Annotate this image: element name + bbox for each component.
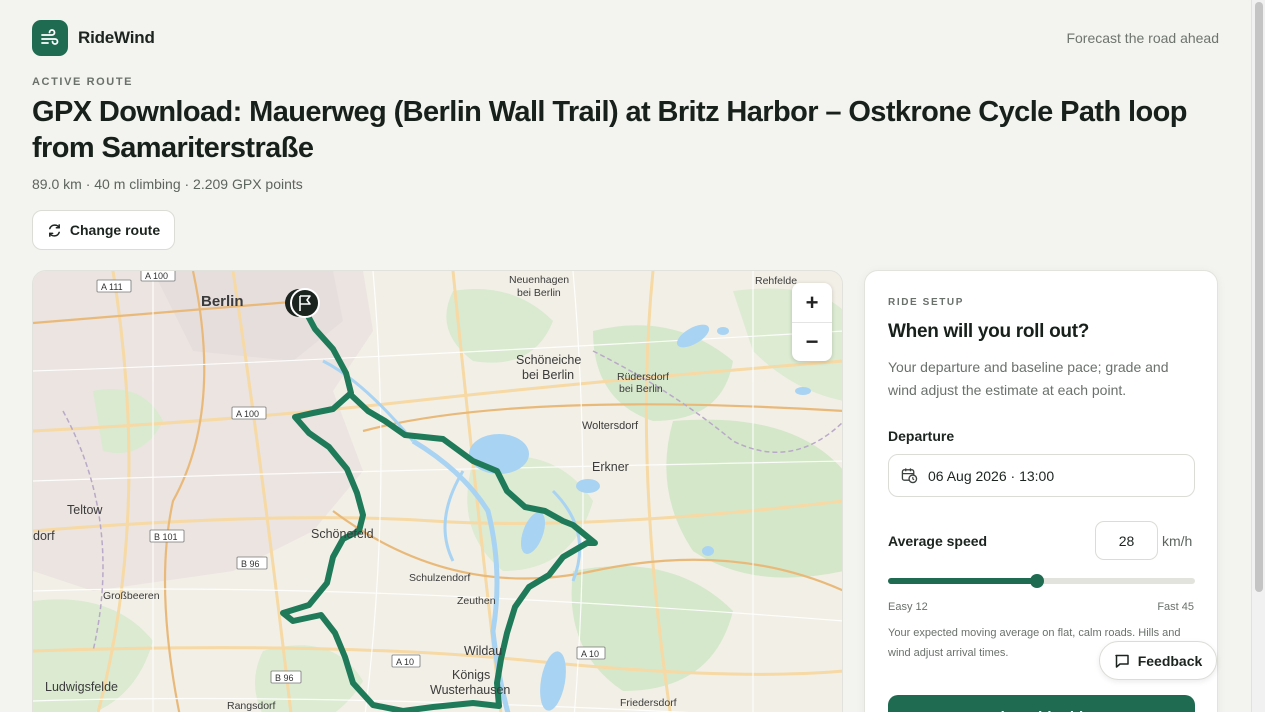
start-flag-icon[interactable] [285,288,320,318]
speed-unit: km/h [1162,533,1193,549]
place-label: Friedersdorf [620,697,677,709]
place-label: Schulzendorf [409,572,470,584]
road-shield: A 100 [231,406,267,420]
feedback-button[interactable]: Feedback [1099,641,1217,680]
road-shield: A 100 [140,271,176,282]
svg-text:A 111: A 111 [101,282,123,292]
zoom-controls: + − [792,283,832,361]
place-label: Rüdersdorf [617,371,669,383]
tagline: Forecast the road ahead [1066,30,1219,46]
place-label: Zeuthen [457,595,496,607]
place-label: Berlin [201,293,244,310]
road-shield: B 101 [149,529,185,543]
place-label: Erkner [592,460,629,474]
speed-max-label: Fast 45 [1157,601,1194,613]
scrollbar-thumb[interactable] [1255,2,1263,592]
wind-icon [32,20,68,56]
place-label: bei Berlin [522,368,574,382]
place-label: Rangsdorf [227,700,276,712]
zoom-in-button[interactable]: + [792,283,832,322]
place-label: bei Berlin [619,383,663,395]
place-label: Rehfelde [755,275,797,287]
road-shield: B 96 [236,556,268,570]
road-shield: A 10 [391,654,421,668]
route-map[interactable]: A 100 A 111 A 100 B 101 B 96 B 96 A 10 A… [32,270,843,712]
route-meta: 89.0 km · 40 m climbing · 2.209 GPX poin… [32,176,303,192]
place-label: Teltow [67,503,103,517]
svg-text:A 100: A 100 [236,409,259,419]
road-shield: A 111 [96,279,132,293]
place-label: dorf [33,529,55,543]
svg-text:A 10: A 10 [396,657,414,667]
svg-text:A 10: A 10 [581,649,599,659]
place-label: Ludwigsfelde [45,680,118,694]
setup-eyebrow: RIDE SETUP [888,297,965,308]
analyze-ride-button[interactable]: Analyze this ride → [888,695,1195,712]
page-scrollbar[interactable] [1251,0,1265,712]
setup-description: Your departure and baseline pace; grade … [888,359,1169,398]
speed-slider[interactable] [888,574,1195,588]
place-label: Großbeeren [103,590,160,602]
place-label: Schöneiche [516,353,581,367]
place-label: Wusterhausen [430,683,510,697]
app-header: RideWind Forecast the road ahead [32,20,1219,56]
departure-value: 06 Aug 2026 · 13:00 [928,467,1055,484]
route-eyebrow: ACTIVE ROUTE [32,76,134,88]
svg-text:B 101: B 101 [154,532,178,542]
refresh-icon [48,223,60,237]
brand-name: RideWind [78,28,155,47]
place-label: Wildau [464,644,502,658]
road-shield: A 10 [576,646,606,660]
departure-label: Departure [888,428,955,444]
feedback-label: Feedback [1137,652,1203,669]
road-shield: B 96 [270,670,302,684]
zoom-out-button[interactable]: − [792,322,832,361]
speed-label: Average speed [888,533,988,549]
calendar-clock-icon [901,468,918,484]
speed-input[interactable] [1095,521,1158,560]
svg-text:A 100: A 100 [145,271,168,281]
speed-min-label: Easy 12 [888,601,928,613]
change-route-button[interactable]: Change route [32,210,175,250]
chat-bubble-icon [1114,654,1129,668]
svg-text:B 96: B 96 [275,673,294,683]
place-label: bei Berlin [517,287,561,299]
brand[interactable]: RideWind [32,20,155,56]
place-label: Schönefeld [311,527,374,541]
departure-field[interactable]: 06 Aug 2026 · 13:00 [888,454,1195,497]
slider-thumb[interactable] [1029,574,1044,588]
route-title: GPX Download: Mauerweg (Berlin Wall Trai… [32,96,1187,164]
place-label: Neuenhagen [509,274,569,286]
place-label: Woltersdorf [582,420,639,432]
change-route-label: Change route [69,222,161,238]
setup-title: When will you roll out? [888,321,1090,342]
svg-text:B 96: B 96 [241,559,260,569]
place-label: Königs [452,668,490,682]
slider-fill [888,578,1037,584]
